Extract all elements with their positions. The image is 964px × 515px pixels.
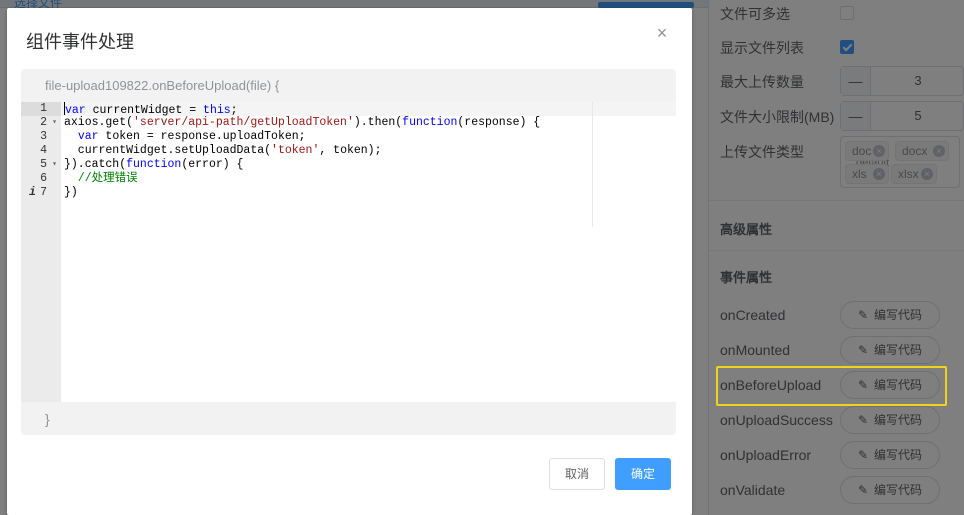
- function-signature: file-upload109822.onBeforeUpload(file) {: [45, 78, 280, 93]
- function-closing-brace: }: [45, 411, 50, 427]
- fold-arrow-icon[interactable]: ▾: [52, 158, 57, 172]
- code-line[interactable]: currentWidget.setUploadData('token', tok…: [64, 144, 382, 158]
- code-line[interactable]: axios.get('server/api-path/getUploadToke…: [64, 116, 540, 130]
- info-icon[interactable]: i: [29, 186, 36, 200]
- confirm-button[interactable]: 确定: [615, 458, 671, 490]
- print-margin: [592, 102, 593, 227]
- modal-overlay[interactable]: [708, 0, 964, 515]
- close-icon[interactable]: ×: [655, 24, 669, 42]
- editor-gutter: 1 2 ▾ 3 4 5 ▾ 6 i7: [21, 102, 61, 402]
- event-handler-dialog: 组件事件处理 × file-upload109822.onBeforeUploa…: [7, 8, 692, 515]
- code-line[interactable]: //处理错误: [64, 172, 138, 186]
- line-number: 4: [40, 144, 47, 157]
- code-line[interactable]: var currentWidget = this;: [64, 102, 238, 117]
- dialog-title: 组件事件处理: [26, 32, 134, 52]
- line-number: 6: [40, 172, 47, 185]
- code-editor[interactable]: 1 2 ▾ 3 4 5 ▾ 6 i7 var currentWidget = thi…: [21, 102, 676, 402]
- fold-arrow-icon[interactable]: ▾: [52, 116, 57, 130]
- line-number: 2 ▾: [40, 116, 57, 130]
- line-number: 5 ▾: [40, 158, 57, 172]
- code-line[interactable]: }).catch(function(error) {: [64, 158, 243, 172]
- code-line[interactable]: var token = response.uploadToken;: [64, 130, 306, 144]
- line-number: i7: [29, 186, 47, 200]
- cancel-button[interactable]: 取消: [549, 458, 605, 490]
- line-number: 1: [40, 102, 47, 115]
- code-line[interactable]: }): [64, 186, 78, 200]
- line-number: 3: [40, 130, 47, 143]
